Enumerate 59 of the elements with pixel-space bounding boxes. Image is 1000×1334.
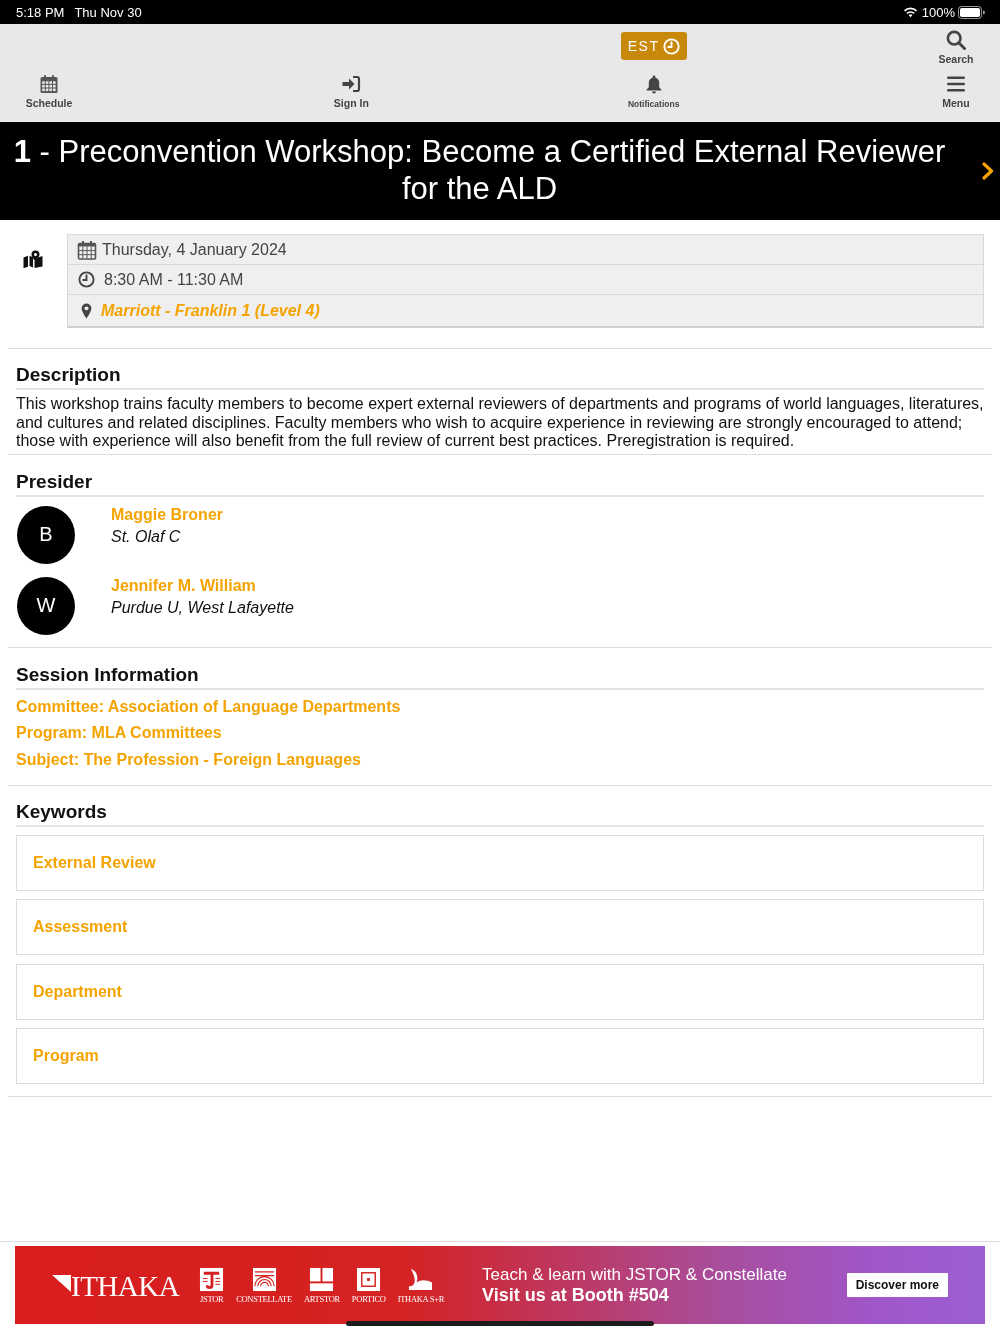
notifications-tab[interactable]: Notifications bbox=[627, 74, 680, 110]
session-date: Thursday, 4 January 2024 bbox=[102, 240, 287, 259]
battery-percent: 100% bbox=[921, 4, 955, 20]
session-info-link[interactable]: Subject: The Profession - Foreign Languages bbox=[16, 750, 361, 769]
description-text: This workshop trains faculty members to become expert external reviewers of departments and programs of world languages, literatures, and cultures and related disciplines. Faculty members who wish to acquire experience in reviewing are strongly encouraged to attend; those with experience will also benefit from the full review of current best practices. Preregistration is required. bbox=[16, 395, 984, 451]
location-link[interactable]: Marriott - Franklin 1 (Level 4) bbox=[101, 301, 320, 320]
brand-label: ITHAKA S+R bbox=[397, 1293, 445, 1304]
map-pin-icon[interactable] bbox=[23, 250, 43, 268]
section-heading: Presider bbox=[16, 470, 984, 497]
wave-icon bbox=[408, 1266, 434, 1292]
section-heading: Keywords bbox=[16, 800, 984, 827]
brand-label: PORTICO bbox=[351, 1293, 386, 1304]
keyword-item[interactable]: Department bbox=[16, 963, 984, 1020]
triangle-icon bbox=[52, 1275, 71, 1292]
keyword-item[interactable]: External Review bbox=[16, 834, 984, 891]
brand-label: CONSTELLATE bbox=[236, 1293, 292, 1304]
menu-button[interactable]: Menu bbox=[942, 74, 970, 109]
presider-name-link[interactable]: Jennifer M. William bbox=[111, 576, 256, 595]
ad-banner[interactable]: ITHAKA JSTOR CONSTELLATE ARTSTOR PORTICO ITHAKA S+R Teach & learn with JSTOR & Constellate Visit us at Booth #504 Discover more bbox=[15, 1246, 985, 1324]
session-title: 1 - Preconvention Workshop: Become a Certified External Reviewer for the ALD bbox=[12, 133, 947, 208]
sign-in-icon bbox=[341, 74, 362, 94]
presider-affiliation: St. Olaf C bbox=[111, 527, 181, 546]
status-time: 5:18 PM bbox=[16, 4, 65, 20]
menu-icon bbox=[945, 74, 966, 94]
logo-text: ITHAKA bbox=[71, 1271, 180, 1301]
location-pin-icon bbox=[81, 302, 92, 319]
wifi-icon bbox=[902, 6, 918, 18]
sign-in-tab[interactable]: Sign In bbox=[333, 74, 369, 109]
striped-square-icon bbox=[251, 1266, 277, 1292]
search-icon bbox=[946, 30, 966, 50]
brand-label: JSTOR bbox=[199, 1293, 224, 1304]
presider-name-link[interactable]: Maggie Broner bbox=[111, 505, 223, 524]
calendar-icon bbox=[39, 74, 59, 94]
patterned-square-icon bbox=[199, 1266, 225, 1292]
timezone-button[interactable]: EST bbox=[620, 32, 687, 60]
avatar: W bbox=[17, 576, 75, 635]
session-info-link[interactable]: Program: MLA Committees bbox=[16, 724, 222, 742]
schedule-tab[interactable]: Schedule bbox=[25, 74, 73, 109]
battery-icon bbox=[958, 5, 985, 19]
ad-subline: Visit us at Booth #504 bbox=[482, 1285, 670, 1306]
keyword-item[interactable]: Program bbox=[16, 1028, 984, 1084]
presider-affiliation: Purdue U, West Lafayette bbox=[111, 598, 294, 617]
clock-icon bbox=[662, 37, 680, 55]
section-heading: Session Information bbox=[16, 663, 984, 690]
brand-label: ARTSTOR bbox=[303, 1293, 340, 1304]
block-grid-icon bbox=[309, 1266, 335, 1292]
framed-square-icon bbox=[356, 1266, 382, 1292]
session-info-link[interactable]: Committee: Association of Language Departments bbox=[16, 697, 401, 716]
search-button[interactable]: Search bbox=[938, 30, 974, 65]
avatar: B bbox=[17, 505, 75, 564]
ad-headline: Teach & learn with JSTOR & Constellate bbox=[482, 1264, 788, 1285]
chevron-right-icon[interactable] bbox=[982, 162, 994, 180]
section-heading: Description bbox=[16, 364, 984, 390]
discover-more-button[interactable]: Discover more bbox=[846, 1273, 948, 1297]
keyword-item[interactable]: Assessment bbox=[16, 899, 984, 955]
session-time: 8:30 AM - 11:30 AM bbox=[104, 270, 244, 289]
calendar-icon bbox=[77, 239, 97, 260]
clock-icon bbox=[78, 271, 95, 288]
status-date: Thu Nov 30 bbox=[74, 4, 142, 20]
